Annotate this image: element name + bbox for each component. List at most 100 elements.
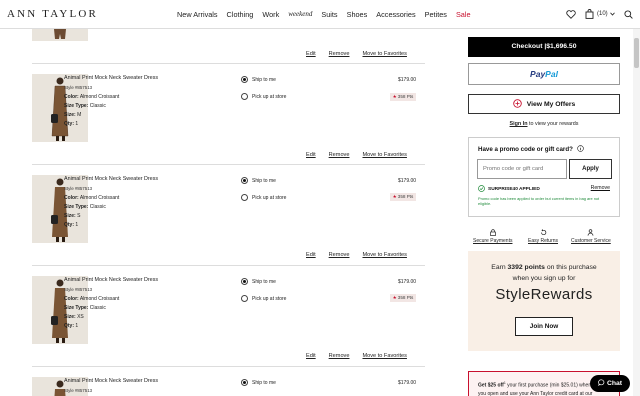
item-divider: [32, 366, 425, 367]
applied-code: SURPRISE40 APPLIED: [478, 185, 540, 194]
size-label: Size:: [64, 314, 76, 320]
remove-promo-link[interactable]: Remove: [591, 185, 610, 191]
scrollbar-track[interactable]: [633, 29, 640, 396]
ship-to-me-radio[interactable]: [241, 177, 248, 184]
heart-icon[interactable]: [566, 9, 576, 19]
ship-to-me-radio[interactable]: [241, 278, 248, 285]
chevron-down-icon: [609, 12, 615, 16]
pick-up-radio[interactable]: [241, 194, 248, 201]
remove-link[interactable]: Remove: [329, 152, 350, 158]
ship-to-me-label: Ship to me: [252, 279, 276, 285]
checkout-button[interactable]: Checkout |$1,696.50: [468, 37, 620, 57]
secure-payments[interactable]: Secure Payments: [473, 229, 512, 244]
color-value: Almond Croissant: [79, 94, 120, 100]
product-name[interactable]: Animal Print Mock Neck Sweater Dress: [64, 176, 158, 182]
rewards-points: 3392 points: [507, 264, 545, 271]
move-to-favorites-link[interactable]: Move to Favorites: [362, 353, 406, 359]
edit-link[interactable]: Edit: [306, 51, 316, 57]
rewards-panel: Earn 3392 points on this purchase when y…: [468, 251, 620, 351]
nav-clothing[interactable]: Clothing: [227, 10, 254, 19]
ship-to-me-label: Ship to me: [252, 380, 276, 386]
size-value: S: [77, 213, 81, 219]
rewards-signup-line: when you sign up for: [512, 275, 576, 282]
nav-shoes[interactable]: Shoes: [347, 10, 368, 19]
view-offers-label: View My Offers: [526, 100, 576, 108]
promo-code-input[interactable]: [477, 159, 567, 179]
brand-logo[interactable]: ANN TAYLOR: [7, 8, 98, 20]
nav-suits[interactable]: Suits: [321, 10, 337, 19]
size-label: Size:: [64, 213, 76, 219]
promo-title: Have a promo code or gift card?: [478, 145, 584, 154]
lock-icon: [489, 229, 496, 236]
header-icons: (10): [566, 9, 633, 19]
remove-link[interactable]: Remove: [329, 353, 350, 359]
nav-petites[interactable]: Petites: [425, 10, 447, 19]
size-type-label: Size Type:: [64, 204, 89, 210]
product-name[interactable]: Animal Print Mock Neck Sweater Dress: [64, 277, 158, 283]
promo-box: Have a promo code or gift card? Apply SU…: [468, 137, 620, 217]
move-to-favorites-link[interactable]: Move to Favorites: [362, 51, 406, 57]
pick-up-radio[interactable]: [241, 93, 248, 100]
star-icon: ★: [392, 295, 397, 300]
edit-link[interactable]: Edit: [306, 252, 316, 258]
promo-title-text: Have a promo code or gift card?: [478, 146, 573, 154]
qty-label: Qty:: [64, 222, 74, 228]
offer-headline: Get $25 off: [478, 382, 504, 389]
item-actions: Edit Remove Move to Favorites: [306, 353, 631, 359]
bag-button[interactable]: (10): [585, 9, 615, 19]
bag-count: (10): [597, 11, 608, 17]
pick-up-radio[interactable]: [241, 295, 248, 302]
move-to-favorites-link[interactable]: Move to Favorites: [362, 152, 406, 158]
ship-to-me-radio[interactable]: [241, 76, 248, 83]
nav-sale[interactable]: Sale: [456, 10, 471, 19]
color-label: Color:: [64, 296, 79, 302]
pick-up-label: Pick up at store: [252, 195, 287, 201]
scrollbar-thumb[interactable]: [634, 38, 639, 68]
ship-to-me-radio[interactable]: [241, 379, 248, 386]
check-circle-icon: [478, 185, 488, 194]
sign-in-link[interactable]: Sign In: [510, 121, 528, 127]
customer-service[interactable]: Customer Service: [571, 229, 611, 244]
size-value: M: [77, 112, 82, 118]
product-name[interactable]: Animal Print Mock Neck Sweater Dress: [64, 75, 158, 81]
customer-service-label: Customer Service: [571, 238, 611, 244]
product-qty: Qty: 1: [64, 121, 78, 127]
chat-button[interactable]: Chat: [590, 375, 630, 392]
rewards-earn-line: Earn 3392 points on this purchase: [468, 264, 620, 271]
join-now-button[interactable]: Join Now: [515, 317, 573, 336]
edit-link[interactable]: Edit: [306, 353, 316, 359]
easy-returns[interactable]: Easy Returns: [528, 229, 558, 244]
gift-icon: [512, 98, 527, 110]
product-qty: Qty: 1: [64, 323, 78, 329]
chat-bubble-icon: [598, 379, 607, 388]
pick-up-label: Pick up at store: [252, 296, 287, 302]
remove-link[interactable]: Remove: [329, 51, 350, 57]
remove-link[interactable]: Remove: [329, 252, 350, 258]
view-offers-button[interactable]: View My Offers: [468, 94, 620, 114]
nav-weekend[interactable]: weekend: [288, 10, 312, 19]
product-qty: Qty: 1: [64, 222, 78, 228]
product-size-type: Size Type: Classic: [64, 305, 106, 311]
chat-label: Chat: [606, 380, 623, 387]
product-style: Style #857513: [64, 186, 93, 191]
color-label: Color:: [64, 94, 79, 100]
nav-work[interactable]: Work: [262, 10, 279, 19]
product-size: Size: XS: [64, 314, 84, 320]
paypal-button[interactable]: PayPal: [468, 63, 620, 85]
search-icon[interactable]: [624, 9, 633, 19]
item-divider: [32, 63, 425, 64]
info-icon[interactable]: [576, 145, 584, 154]
star-icon: ★: [392, 94, 397, 99]
move-to-favorites-link[interactable]: Move to Favorites: [362, 252, 406, 258]
product-size: Size: S: [64, 213, 80, 219]
nav-accessories[interactable]: Accessories: [376, 10, 415, 19]
apply-button[interactable]: Apply: [569, 159, 612, 179]
edit-link[interactable]: Edit: [306, 152, 316, 158]
product-name[interactable]: Animal Print Mock Neck Sweater Dress: [64, 378, 158, 384]
product-size-type: Size Type: Classic: [64, 103, 106, 109]
nav-new-arrivals[interactable]: New Arrivals: [177, 10, 218, 19]
bag-icon: [585, 9, 594, 19]
rewards-earn-prefix: Earn: [491, 264, 508, 271]
product-image[interactable]: [32, 29, 88, 41]
rewards-earn-suffix: on this purchase: [544, 264, 597, 271]
